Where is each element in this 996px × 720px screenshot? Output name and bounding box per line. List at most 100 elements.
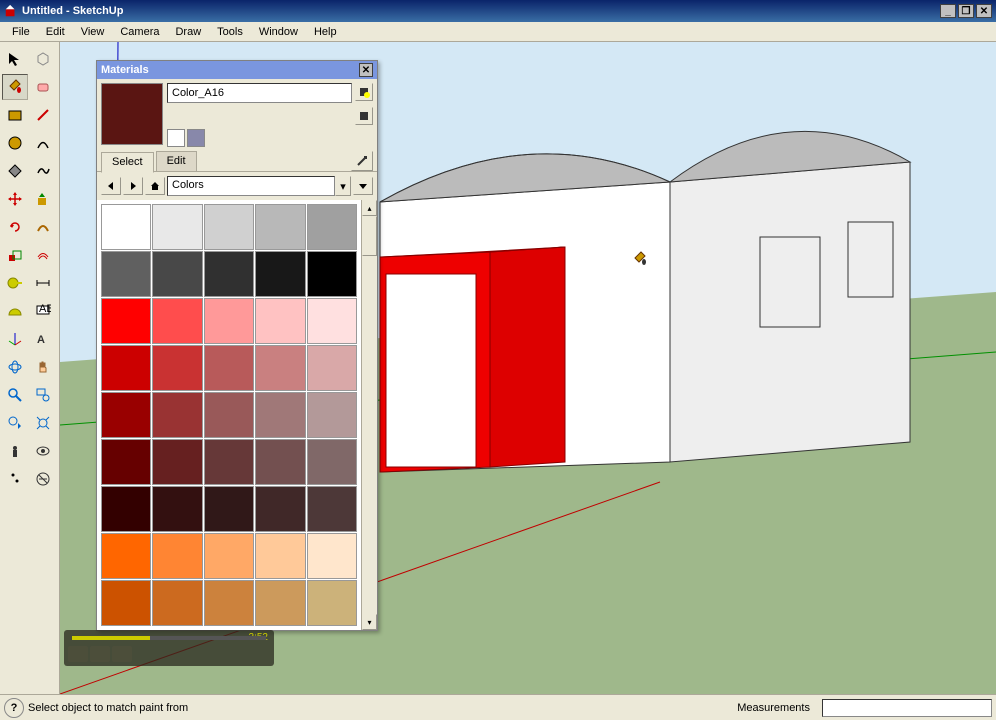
color-swatch[interactable] [101, 486, 151, 532]
set-default-button[interactable] [355, 107, 373, 125]
color-swatch[interactable] [101, 392, 151, 438]
menu-view[interactable]: View [73, 24, 113, 40]
rotate-tool[interactable] [2, 214, 28, 240]
pan-tool[interactable] [30, 354, 56, 380]
color-swatch[interactable] [152, 298, 202, 344]
eraser-tool[interactable] [30, 74, 56, 100]
tab-select[interactable]: Select [101, 152, 154, 173]
look-around-tool[interactable] [30, 438, 56, 464]
video-next-button[interactable] [112, 646, 132, 662]
make-component-tool[interactable] [30, 46, 56, 72]
menu-window[interactable]: Window [251, 24, 306, 40]
color-swatch[interactable] [101, 439, 151, 485]
color-swatch[interactable] [204, 533, 254, 579]
color-swatch[interactable] [101, 251, 151, 297]
create-material-button[interactable] [355, 83, 373, 101]
color-swatch[interactable] [255, 392, 305, 438]
color-swatch[interactable] [101, 580, 151, 626]
viewport[interactable]: Materials ✕ [60, 42, 996, 694]
3dtext-tool[interactable]: A [30, 326, 56, 352]
maximize-button[interactable]: ❐ [958, 4, 974, 18]
color-swatch[interactable] [307, 251, 357, 297]
close-button[interactable]: ✕ [976, 4, 992, 18]
protractor-tool[interactable] [2, 298, 28, 324]
measurements-input[interactable] [822, 699, 992, 717]
section-plane-tool[interactable] [30, 466, 56, 492]
video-pause-button[interactable] [90, 646, 110, 662]
color-swatch[interactable] [204, 251, 254, 297]
materials-panel[interactable]: Materials ✕ [96, 60, 378, 631]
color-swatch[interactable] [255, 298, 305, 344]
line-tool[interactable] [30, 102, 56, 128]
video-controls-overlay[interactable]: 2:52 [64, 630, 274, 666]
orbit-tool[interactable] [2, 354, 28, 380]
select-tool[interactable] [2, 46, 28, 72]
panel-close-button[interactable]: ✕ [359, 63, 373, 77]
swatch-scrollbar[interactable]: ▴ ▾ [361, 200, 377, 630]
color-swatch[interactable] [204, 580, 254, 626]
color-swatch[interactable] [255, 204, 305, 250]
nav-home-button[interactable] [145, 177, 165, 195]
color-swatch[interactable] [204, 204, 254, 250]
color-swatch[interactable] [307, 345, 357, 391]
menu-camera[interactable]: Camera [112, 24, 167, 40]
scroll-thumb[interactable] [362, 216, 377, 256]
menu-draw[interactable]: Draw [167, 24, 209, 40]
position-camera-tool[interactable] [2, 438, 28, 464]
color-swatch[interactable] [152, 580, 202, 626]
zoom-previous-tool[interactable] [2, 410, 28, 436]
dimension-tool[interactable] [30, 270, 56, 296]
move-tool[interactable] [2, 186, 28, 212]
color-swatch[interactable] [152, 251, 202, 297]
color-swatch[interactable] [101, 345, 151, 391]
color-swatch[interactable] [255, 439, 305, 485]
color-swatch[interactable] [255, 580, 305, 626]
menu-help[interactable]: Help [306, 24, 345, 40]
video-play-button[interactable] [68, 646, 88, 662]
color-swatch[interactable] [255, 486, 305, 532]
scale-tool[interactable] [2, 242, 28, 268]
color-swatch[interactable] [204, 486, 254, 532]
color-swatch[interactable] [307, 439, 357, 485]
zoom-extents-tool[interactable] [30, 410, 56, 436]
nav-back-button[interactable] [101, 177, 121, 195]
offset-tool[interactable] [30, 242, 56, 268]
arc-tool[interactable] [30, 130, 56, 156]
tape-measure-tool[interactable] [2, 270, 28, 296]
default-swatch-back[interactable] [187, 129, 205, 147]
polygon-tool[interactable] [2, 158, 28, 184]
sample-paint-button[interactable] [351, 151, 373, 171]
video-seek-track[interactable] [72, 636, 266, 640]
library-menu-button[interactable] [353, 177, 373, 195]
paint-bucket-tool[interactable] [2, 74, 28, 100]
color-swatch[interactable] [255, 345, 305, 391]
color-swatch[interactable] [152, 486, 202, 532]
color-swatch[interactable] [307, 298, 357, 344]
circle-tool[interactable] [2, 130, 28, 156]
scroll-up-button[interactable]: ▴ [362, 200, 377, 216]
status-help-button[interactable]: ? [4, 698, 24, 718]
library-select[interactable]: Colors [167, 176, 335, 196]
walk-tool[interactable] [2, 466, 28, 492]
color-swatch[interactable] [152, 439, 202, 485]
color-swatch[interactable] [307, 580, 357, 626]
panel-titlebar[interactable]: Materials ✕ [97, 61, 377, 79]
color-swatch[interactable] [307, 392, 357, 438]
nav-forward-button[interactable] [123, 177, 143, 195]
text-tool[interactable]: ABC [30, 298, 56, 324]
color-swatch[interactable] [255, 251, 305, 297]
followme-tool[interactable] [30, 214, 56, 240]
color-swatch[interactable] [255, 533, 305, 579]
menu-tools[interactable]: Tools [209, 24, 251, 40]
pushpull-tool[interactable] [30, 186, 56, 212]
color-swatch[interactable] [204, 345, 254, 391]
library-dropdown-button[interactable]: ▾ [335, 176, 351, 196]
color-swatch[interactable] [152, 533, 202, 579]
zoom-tool[interactable] [2, 382, 28, 408]
rectangle-tool[interactable] [2, 102, 28, 128]
tab-edit[interactable]: Edit [156, 151, 197, 171]
material-name-input[interactable] [167, 83, 352, 103]
color-swatch[interactable] [204, 298, 254, 344]
menu-edit[interactable]: Edit [38, 24, 73, 40]
default-swatch-front[interactable] [167, 129, 185, 147]
